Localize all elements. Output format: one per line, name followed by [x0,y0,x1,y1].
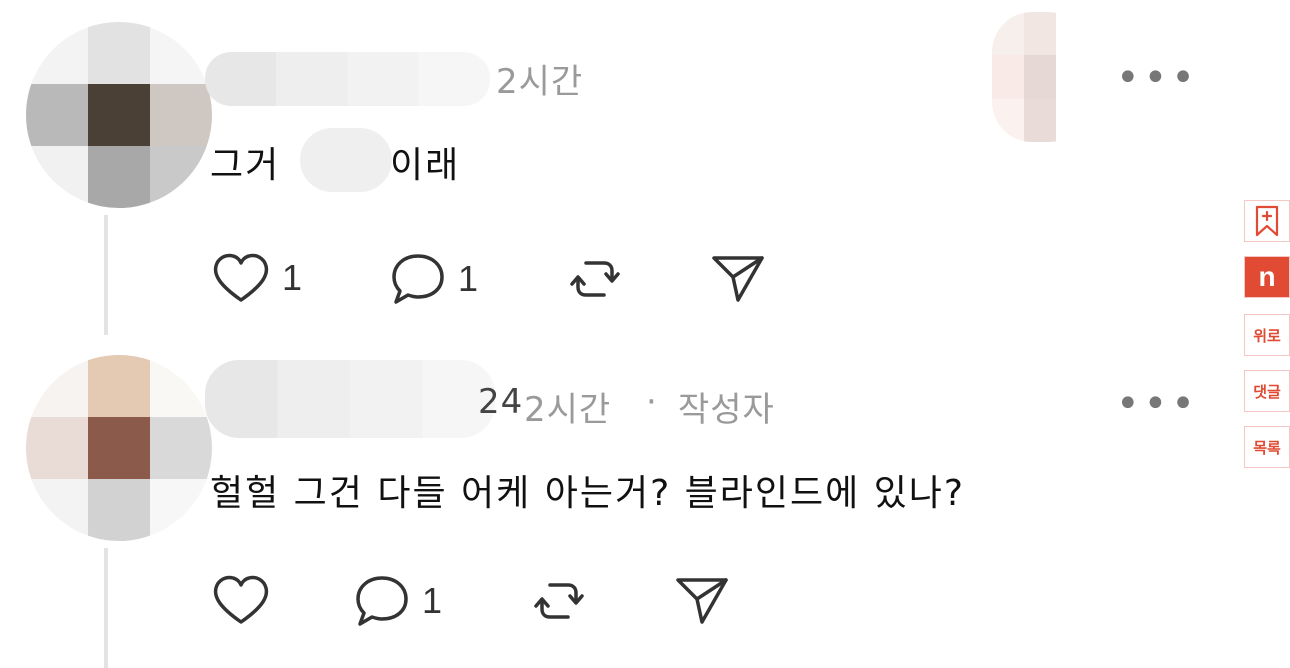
reply-count: 1 [422,580,443,621]
list-button[interactable]: 목록 [1244,426,1290,468]
blurred-image [992,12,1088,142]
redacted-text [300,128,392,192]
share-button[interactable] [708,250,768,306]
thread-line [104,215,108,335]
thread-line [104,548,108,668]
more-options-icon[interactable]: ••• [1116,58,1199,98]
bookmark-plus-icon [1255,205,1279,237]
avatar[interactable] [26,22,212,208]
comments-button[interactable]: 댓글 [1244,370,1290,412]
like-button[interactable]: 1 [210,250,302,306]
reply-count: 1 [458,258,479,299]
reply-button[interactable]: 1 [352,572,442,630]
comment-time: 2시간 [524,390,612,430]
send-icon [712,256,764,302]
reply-button[interactable]: 1 [388,250,478,308]
send-icon [676,578,728,624]
repost-button[interactable] [530,572,588,630]
brand-n-button[interactable]: n [1244,256,1290,298]
speech-bubble-icon [392,254,444,304]
comment-text: 헐헐 그건 다들 어케 아는거? 블라인드에 있나? [210,473,966,514]
comment-text-start: 그거 [210,145,281,186]
avatar[interactable] [26,355,212,541]
heart-icon [213,575,269,624]
comment-text-end: 이래 [390,145,461,186]
meta-separator: · [646,382,658,422]
author-badge: 작성자 [678,390,775,430]
like-button[interactable] [210,572,282,628]
share-button[interactable] [672,572,732,628]
redacted-username [205,360,495,438]
speech-bubble-icon [356,576,408,626]
comment-time: 2시간 [496,62,584,102]
redacted-username [205,52,490,106]
username-tail: 24 [478,382,524,422]
repost-icon [570,261,620,297]
repost-icon [534,583,584,619]
more-options-icon[interactable]: ••• [1116,384,1199,424]
scroll-top-button[interactable]: 위로 [1244,314,1290,356]
like-count: 1 [282,257,303,298]
heart-icon [213,253,269,302]
repost-button[interactable] [566,250,624,308]
bookmark-button[interactable] [1244,200,1290,242]
